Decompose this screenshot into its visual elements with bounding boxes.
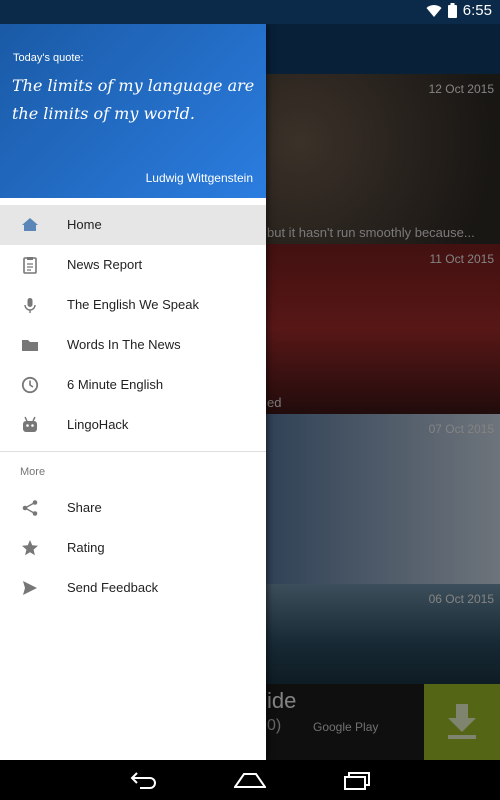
drawer-divider [0, 451, 266, 452]
recents-icon [344, 772, 370, 790]
drawer-item-6-minute-english[interactable]: 6 Minute English [0, 365, 266, 405]
status-bar: 6:55 [0, 0, 500, 24]
drawer-item-label: Words In The News [67, 337, 181, 352]
quote-text: The limits of my language are the limits… [12, 76, 255, 123]
back-button[interactable] [124, 766, 164, 794]
drawer-item-label: Send Feedback [67, 580, 159, 595]
drawer-item-the-english-we-speak[interactable]: The English We Speak [0, 285, 266, 325]
drawer-item-label: News Report [67, 257, 143, 272]
wifi-icon [426, 4, 442, 17]
navigation-drawer: Today's quote: The limits of my language… [0, 24, 266, 760]
home-button-icon [234, 773, 266, 788]
home-button[interactable] [230, 766, 270, 794]
send-icon [23, 581, 37, 595]
drawer-item-label: Rating [67, 540, 105, 555]
status-time: 6:55 [462, 2, 492, 19]
drawer-item-send-feedback[interactable]: Send Feedback [0, 568, 266, 608]
drawer-item-share[interactable]: Share [0, 488, 266, 528]
android-icon [23, 416, 37, 432]
drawer-item-home[interactable]: Home [0, 205, 266, 245]
clipboard-icon [23, 257, 37, 274]
system-nav-bar [0, 760, 500, 800]
drawer-item-rating[interactable]: Rating [0, 528, 266, 568]
recents-button[interactable] [337, 766, 377, 794]
clock-icon [21, 376, 39, 394]
quote-author: Ludwig Wittgenstein [145, 171, 253, 185]
drawer-item-label: Share [67, 500, 102, 515]
drawer-item-news-report[interactable]: News Report [0, 245, 266, 285]
drawer-item-label: The English We Speak [67, 297, 199, 312]
drawer-item-lingohack[interactable]: LingoHack [0, 405, 266, 445]
quote-label: Today's quote: [13, 52, 84, 64]
drawer-item-label: 6 Minute English [67, 377, 164, 392]
more-section-header: More [0, 458, 266, 488]
drawer-item-words-in-the-news[interactable]: Words In The News [0, 325, 266, 365]
share-icon [22, 500, 38, 516]
battery-icon [447, 3, 457, 18]
quote-header: Today's quote: The limits of my language… [0, 24, 266, 198]
drawer-item-label: LingoHack [67, 417, 129, 432]
more-section-label: More [20, 466, 46, 478]
status-icons: 6:55 [426, 2, 492, 19]
drawer-menu: Home News Report The English We Speak Wo… [0, 205, 266, 608]
drawer-item-label: Home [67, 217, 102, 232]
back-icon [130, 772, 156, 789]
microphone-icon [24, 298, 36, 313]
star-icon [22, 540, 38, 556]
folder-icon [22, 340, 38, 351]
home-icon [22, 218, 38, 231]
